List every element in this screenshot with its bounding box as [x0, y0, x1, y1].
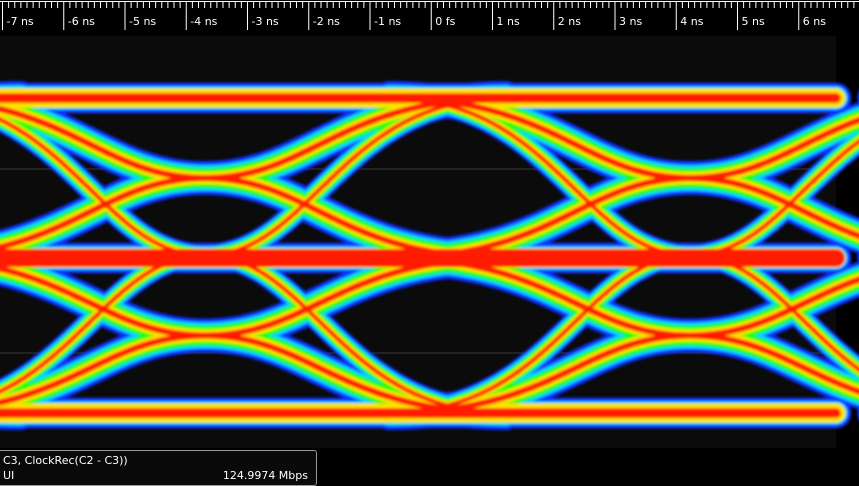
source-label: C3, ClockRec(C2 - C3)) — [3, 454, 128, 467]
time-ruler: -7 ns -6 ns -5 ns -4 ns -3 ns -2 ns -1 ns 0 fs 1… — [0, 0, 859, 36]
ruler-tick-label: 3 ns — [619, 15, 643, 28]
ruler-tick-label: 0 fs — [435, 15, 456, 28]
eye-diagram-plot[interactable] — [0, 36, 859, 448]
ruler-tick-label: 1 ns — [496, 15, 520, 28]
unit-label: UI — [3, 469, 15, 482]
ruler-tick-label: -5 ns — [129, 15, 157, 28]
bitrate-value: 124.9974 Mbps — [222, 469, 308, 482]
ruler-tick-label: 6 ns — [802, 15, 826, 28]
ruler-tick-label: -7 ns — [6, 15, 34, 28]
ruler-tick-label: 5 ns — [741, 15, 765, 28]
ruler-tick-label: 2 ns — [557, 15, 581, 28]
ruler-tick-label: -4 ns — [190, 15, 218, 28]
measurement-info-box[interactable]: C3, ClockRec(C2 - C3)) UI 124.9974 Mbps — [0, 450, 317, 486]
ruler-tick-label: 4 ns — [680, 15, 704, 28]
ruler-tick-label: -3 ns — [251, 15, 279, 28]
ruler-tick-label: -2 ns — [312, 15, 340, 28]
ruler-tick-label: -6 ns — [67, 15, 95, 28]
ruler-tick-label: -1 ns — [374, 15, 402, 28]
eye-diagram — [0, 36, 859, 448]
